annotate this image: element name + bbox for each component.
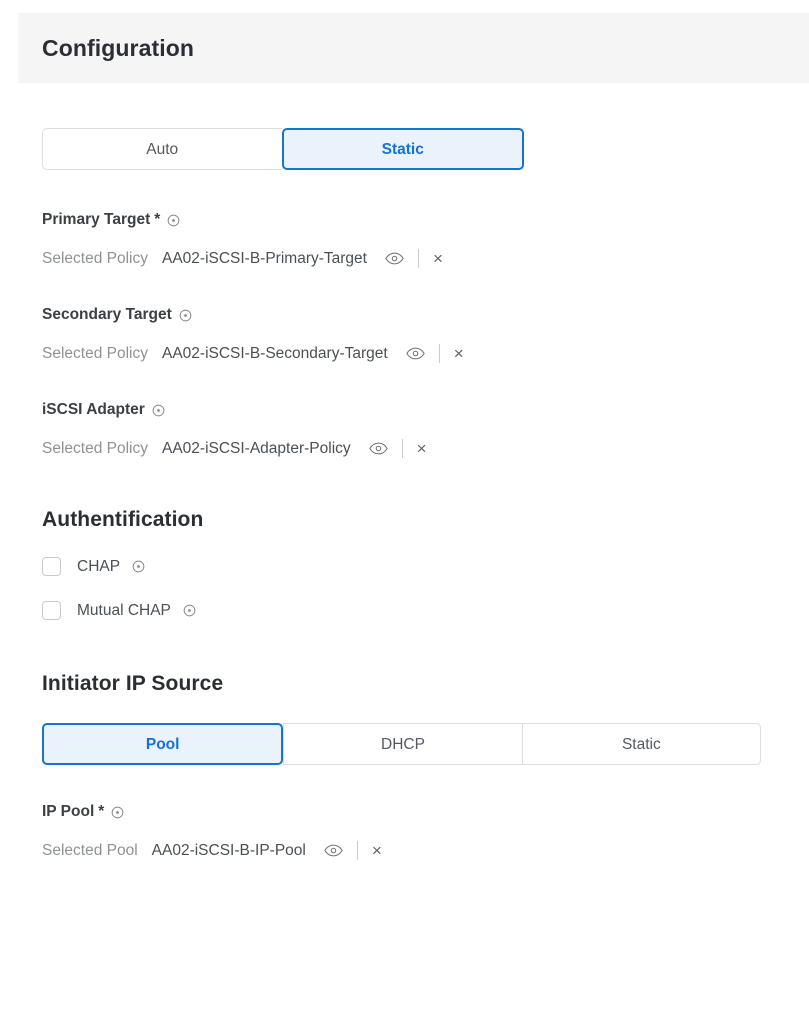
clear-selection-icon[interactable]: × — [372, 842, 382, 859]
info-circle-icon[interactable] — [183, 604, 196, 617]
ip-pool-field: IP Pool * Selected Pool AA02-iSCSI-B-IP-… — [42, 803, 785, 860]
secondary-target-label-row: Secondary Target — [42, 306, 785, 324]
eye-icon[interactable] — [368, 442, 388, 455]
primary-target-label-row: Primary Target * — [42, 211, 785, 229]
ip-pool-required-marker: * — [98, 803, 105, 820]
iscsi-adapter-label: iSCSI Adapter — [42, 401, 145, 418]
eye-icon[interactable] — [405, 347, 425, 360]
secondary-target-label: Secondary Target — [42, 306, 172, 323]
action-divider — [401, 439, 403, 458]
chap-checkbox-label: CHAP — [77, 557, 121, 575]
primary-target-field: Primary Target * Selected Policy AA02-iS… — [42, 211, 785, 268]
clear-selection-icon[interactable]: × — [417, 440, 427, 457]
initiator-ip-source-heading: Initiator IP Source — [42, 672, 224, 695]
ip-source-option-static[interactable]: Static — [521, 723, 761, 765]
ip-source-option-pool[interactable]: Pool — [42, 723, 284, 765]
ip-source-option-dhcp[interactable]: DHCP — [283, 723, 522, 765]
iscsi-adapter-selected-label: Selected Policy — [42, 439, 148, 457]
config-mode-option-static[interactable]: Static — [281, 128, 524, 170]
chap-checkbox-row[interactable]: CHAP — [42, 557, 785, 576]
authentification-section: Authentification CHAP Mutual CHAP — [42, 508, 785, 620]
mutual-chap-checkbox-row[interactable]: Mutual CHAP — [42, 601, 785, 620]
ip-pool-selected-row: Selected Pool AA02-iSCSI-B-IP-Pool × — [42, 841, 785, 860]
action-divider — [438, 344, 440, 363]
primary-target-selected-value: AA02-iSCSI-B-Primary-Target — [161, 249, 367, 267]
iscsi-adapter-label-row: iSCSI Adapter — [42, 401, 785, 419]
clear-selection-icon[interactable]: × — [454, 345, 464, 362]
info-circle-icon[interactable] — [152, 404, 165, 417]
secondary-target-field: Secondary Target Selected Policy AA02-iS… — [42, 306, 785, 363]
secondary-target-selected-label: Selected Policy — [42, 344, 148, 362]
iscsi-adapter-field: iSCSI Adapter Selected Policy AA02-iSCSI… — [42, 401, 785, 458]
panel-header: Configuration — [18, 13, 809, 83]
info-circle-icon[interactable] — [179, 309, 192, 322]
info-circle-icon[interactable] — [167, 214, 180, 227]
eye-icon[interactable] — [324, 844, 343, 857]
initiator-ip-source-section: Initiator IP Source Pool DHCP Static — [42, 672, 785, 765]
ip-pool-label: IP Pool — [42, 803, 95, 820]
ip-pool-selected-label: Selected Pool — [42, 841, 138, 859]
ip-pool-selected-value: AA02-iSCSI-B-IP-Pool — [151, 841, 306, 859]
configuration-mode-toggle[interactable]: Auto Static — [42, 128, 524, 170]
secondary-target-selected-row: Selected Policy AA02-iSCSI-B-Secondary-T… — [42, 344, 785, 363]
page-title: Configuration — [42, 34, 195, 61]
primary-target-selected-row: Selected Policy AA02-iSCSI-B-Primary-Tar… — [42, 249, 785, 268]
info-circle-icon[interactable] — [132, 560, 145, 573]
primary-target-label: Primary Target — [42, 211, 151, 228]
primary-target-selected-label: Selected Policy — [42, 249, 148, 267]
config-mode-option-auto[interactable]: Auto — [42, 128, 282, 170]
secondary-target-selected-value: AA02-iSCSI-B-Secondary-Target — [161, 344, 388, 362]
clear-selection-icon[interactable]: × — [433, 250, 443, 267]
primary-target-required-marker: * — [154, 211, 161, 228]
eye-icon[interactable] — [385, 252, 404, 265]
initiator-ip-source-toggle[interactable]: Pool DHCP Static — [42, 723, 761, 765]
mutual-chap-checkbox[interactable] — [42, 601, 61, 620]
configuration-content: Auto Static Primary Target * Selected Po… — [0, 83, 809, 1013]
ip-pool-label-row: IP Pool * — [42, 803, 785, 821]
authentification-heading: Authentification — [42, 508, 204, 531]
info-circle-icon[interactable] — [111, 806, 124, 819]
iscsi-adapter-selected-value: AA02-iSCSI-Adapter-Policy — [161, 439, 351, 457]
chap-checkbox[interactable] — [42, 557, 61, 576]
action-divider — [417, 249, 419, 268]
mutual-chap-checkbox-label: Mutual CHAP — [77, 601, 171, 619]
iscsi-adapter-selected-row: Selected Policy AA02-iSCSI-Adapter-Polic… — [42, 439, 785, 458]
action-divider — [356, 841, 358, 860]
